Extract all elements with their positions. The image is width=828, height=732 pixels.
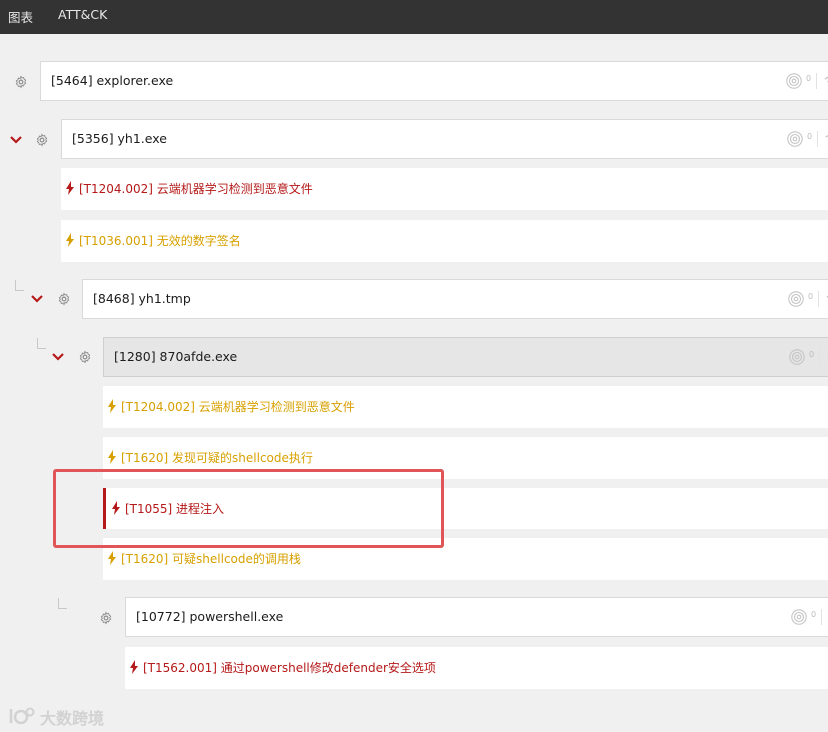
alert-item[interactable]: [T1620] 发现可疑的shellcode执行 <box>103 437 828 479</box>
alert-text: [T1620] 发现可疑的shellcode执行 <box>121 451 313 465</box>
process-card[interactable]: [8468] yh1.tmp 0 <box>82 279 828 319</box>
lightning-icon <box>108 450 116 464</box>
chevron-down-icon[interactable] <box>52 352 64 362</box>
chevron-down-icon[interactable] <box>31 294 43 304</box>
lightning-icon <box>66 181 74 195</box>
chevron-down-icon[interactable] <box>10 135 22 145</box>
card-actions: 0 <box>787 280 828 318</box>
lightning-icon <box>112 501 120 515</box>
wifi-icon[interactable] <box>823 72 828 90</box>
lightning-icon <box>130 660 138 674</box>
process-title: [5464] explorer.exe <box>51 73 174 88</box>
tree-connector <box>37 338 46 349</box>
process-title: [10772] powershell.exe <box>136 609 284 624</box>
gear-icon[interactable] <box>14 75 28 89</box>
lightning-icon <box>108 551 116 565</box>
alert-count: 0 <box>808 292 814 301</box>
fingerprint-icon[interactable] <box>790 608 808 626</box>
fingerprint-icon[interactable] <box>787 290 805 308</box>
process-card[interactable]: [5464] explorer.exe 0 <box>40 61 828 101</box>
alert-text: [T1204.002] 云端机器学习检测到恶意文件 <box>79 182 313 196</box>
alert-item-highlighted[interactable]: [T1055] 进程注入 <box>103 488 828 529</box>
card-actions: 0 <box>790 598 828 636</box>
tab-chart[interactable]: 图表 <box>8 7 33 26</box>
card-actions: 0 <box>788 338 828 376</box>
process-card[interactable]: [5356] yh1.exe 0 <box>61 119 828 159</box>
lightning-icon <box>108 399 116 413</box>
alert-item[interactable]: [T1204.002] 云端机器学习检测到恶意文件 <box>103 386 828 428</box>
watermark-text: 大数跨境 <box>40 709 105 728</box>
divider <box>818 291 819 307</box>
lightning-icon <box>66 233 74 247</box>
gear-icon[interactable] <box>57 292 71 306</box>
top-nav-bar: 图表 ATT&CK <box>0 0 828 34</box>
gear-icon[interactable] <box>78 350 92 364</box>
tree-connector <box>15 280 24 291</box>
alert-count: 0 <box>811 610 817 619</box>
process-title: [5356] yh1.exe <box>72 131 167 146</box>
fingerprint-icon[interactable] <box>785 72 803 90</box>
process-tree: [5464] explorer.exe 0 [5356] yh1.exe 0 [… <box>0 34 828 732</box>
gear-icon[interactable] <box>35 133 49 147</box>
wifi-icon[interactable] <box>824 130 828 148</box>
alert-item[interactable]: [T1562.001] 通过powershell修改defender安全选项 <box>125 647 828 689</box>
process-card[interactable]: [10772] powershell.exe 0 <box>125 597 828 637</box>
alert-text: [T1562.001] 通过powershell修改defender安全选项 <box>143 661 436 675</box>
process-title: [1280] 870afde.exe <box>114 349 238 364</box>
fingerprint-icon[interactable] <box>786 130 804 148</box>
gear-icon[interactable] <box>99 611 113 625</box>
alert-item[interactable]: [T1204.002] 云端机器学习检测到恶意文件 <box>61 168 828 210</box>
process-card[interactable]: [1280] 870afde.exe 0 <box>103 337 828 377</box>
card-actions: 0 <box>785 62 828 100</box>
alert-text: [T1620] 可疑shellcode的调用栈 <box>121 552 301 566</box>
card-actions: 0 <box>786 120 828 158</box>
divider <box>816 73 817 89</box>
alert-text: [T1036.001] 无效的数字签名 <box>79 234 241 248</box>
divider <box>819 349 820 365</box>
alert-count: 0 <box>806 74 812 83</box>
alert-item[interactable]: [T1036.001] 无效的数字签名 <box>61 220 828 262</box>
tree-connector <box>58 598 67 609</box>
process-title: [8468] yh1.tmp <box>93 291 191 306</box>
fingerprint-icon[interactable] <box>788 348 806 366</box>
watermark-logo-icon <box>9 707 35 725</box>
tab-attck[interactable]: ATT&CK <box>58 7 107 22</box>
alert-item[interactable]: [T1620] 可疑shellcode的调用栈 <box>103 538 828 580</box>
alert-text: [T1055] 进程注入 <box>125 502 225 516</box>
divider <box>817 131 818 147</box>
alert-count: 0 <box>807 132 813 141</box>
alert-text: [T1204.002] 云端机器学习检测到恶意文件 <box>121 400 355 414</box>
alert-count: 0 <box>809 350 815 359</box>
divider <box>821 609 822 625</box>
